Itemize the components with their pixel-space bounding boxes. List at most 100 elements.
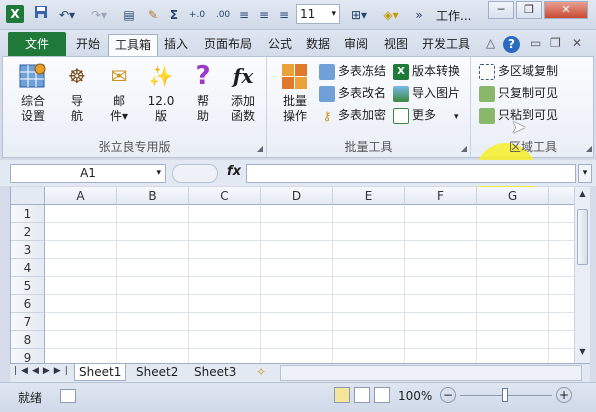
row-header-3[interactable]: 3	[11, 241, 45, 259]
multi-region-copy-button[interactable]: 多区域复制	[479, 61, 558, 81]
insert-function-icon[interactable]: fx	[227, 164, 241, 179]
tab-file[interactable]: 文件	[8, 32, 66, 56]
dialog-launcher-icon[interactable]: ◢	[257, 144, 263, 153]
insert-sheet-icon[interactable]: ✧	[252, 364, 270, 381]
row-header-1[interactable]: 1	[11, 205, 45, 223]
minimize-button[interactable]: ─	[488, 1, 514, 19]
row-header-5[interactable]: 5	[11, 277, 45, 295]
tab-page-layout[interactable]: 页面布局	[198, 34, 258, 56]
decrease-decimal-icon[interactable]: .00	[212, 5, 234, 25]
settings-button[interactable]: 综合 设置	[15, 61, 51, 135]
page-break-view-icon[interactable]	[374, 387, 390, 403]
version-button[interactable]: ✨ 12.0 版	[143, 61, 179, 135]
doc-close-icon[interactable]: ✕	[572, 36, 582, 50]
row-header-6[interactable]: 6	[11, 295, 45, 313]
tab-home[interactable]: 开始	[70, 34, 106, 56]
column-header-b[interactable]: B	[117, 187, 189, 205]
mail-button[interactable]: ✉ 邮 件▾	[101, 61, 137, 135]
tab-toolbox[interactable]: 工具箱	[108, 34, 159, 56]
scroll-thumb[interactable]	[577, 209, 588, 265]
align-center-icon[interactable]: ≡	[256, 5, 272, 25]
encrypt-sheets-button[interactable]: ⚷ 多表加密	[319, 105, 386, 125]
column-header-e[interactable]: E	[333, 187, 405, 205]
version-convert-button[interactable]: X 版本转换	[393, 61, 460, 81]
column-header-g[interactable]: G	[477, 187, 549, 205]
dialog-launcher-icon[interactable]: ◢	[586, 144, 592, 153]
scroll-up-icon[interactable]: ▲	[577, 189, 588, 201]
name-box[interactable]: A1 ▾	[10, 164, 166, 183]
borders-icon[interactable]: ⊞▾	[346, 5, 372, 25]
restore-button[interactable]: ❐	[516, 1, 542, 19]
normal-view-icon[interactable]	[334, 387, 350, 403]
scroll-down-icon[interactable]: ▼	[577, 347, 588, 359]
help-icon[interactable]: ?	[503, 36, 520, 53]
navigate-button[interactable]: ☸ 导 航	[59, 61, 95, 135]
worksheet-grid[interactable]: A B C D E F G 1 2 3 4 5 6 7 8 9	[10, 187, 574, 363]
tab-review[interactable]: 审阅	[338, 34, 374, 56]
column-header-d[interactable]: D	[261, 187, 333, 205]
zoom-in-icon[interactable]: +	[556, 387, 572, 403]
tab-developer[interactable]: 开发工具	[416, 34, 476, 56]
select-all-corner[interactable]	[11, 187, 45, 205]
sheet-tab-1[interactable]: Sheet1	[74, 364, 127, 381]
page-layout-view-icon[interactable]	[354, 387, 370, 403]
formula-bar-toggle[interactable]	[172, 164, 218, 183]
tab-view[interactable]: 视图	[378, 34, 414, 56]
font-size-select[interactable]: 11 ▾	[296, 4, 340, 24]
macro-record-icon[interactable]	[60, 389, 76, 403]
grid-line	[45, 276, 574, 277]
tab-formulas[interactable]: 公式	[262, 34, 298, 56]
print-preview-icon[interactable]: ▤	[120, 5, 138, 25]
undo-icon[interactable]: ↶▾	[56, 5, 78, 25]
autosum-icon[interactable]: Σ	[166, 5, 182, 25]
zoom-level[interactable]: 100%	[398, 389, 432, 403]
tab-data[interactable]: 数据	[300, 34, 336, 56]
excel-app-icon[interactable]: X	[6, 5, 24, 23]
vertical-scrollbar[interactable]: ▲ ▼	[574, 187, 590, 363]
expand-formula-icon[interactable]: ▾	[578, 164, 592, 183]
zoom-slider-thumb[interactable]	[502, 388, 508, 402]
increase-decimal-icon[interactable]: +.0	[186, 5, 208, 25]
save-icon[interactable]	[32, 5, 50, 25]
row-header-2[interactable]: 2	[11, 223, 45, 241]
more-button[interactable]: 更多 ▾	[393, 105, 459, 125]
column-header-a[interactable]: A	[45, 187, 117, 205]
group-region: 多区域复制 只复制可见 只粘到可见 ➤ 区域工具 ◢	[471, 57, 595, 157]
ribbon-collapse-icon[interactable]: △	[486, 36, 495, 50]
column-header-c[interactable]: C	[189, 187, 261, 205]
grid-color-icon	[280, 61, 310, 91]
align-left-icon[interactable]: ≡	[236, 5, 252, 25]
formula-input[interactable]	[246, 164, 576, 183]
row-header-4[interactable]: 4	[11, 259, 45, 277]
format-painter-icon[interactable]: ✎	[144, 5, 162, 25]
dialog-launcher-icon[interactable]: ◢	[461, 144, 467, 153]
help-button[interactable]: ? 帮 助	[185, 61, 221, 135]
doc-restore-icon[interactable]: ❐	[550, 36, 561, 50]
zoom-out-icon[interactable]: −	[440, 387, 456, 403]
doc-minimize-icon[interactable]: ▭	[530, 36, 541, 50]
copy-visible-button[interactable]: 只复制可见	[479, 83, 558, 103]
sheet-tab-2[interactable]: Sheet2	[132, 364, 182, 381]
redo-icon[interactable]: ↷▾	[88, 5, 110, 25]
paste-visible-label: 只粘到可见	[498, 108, 559, 122]
grid-line	[332, 205, 333, 363]
add-function-button[interactable]: fx 添加 函数	[225, 61, 261, 135]
batch-operation-button[interactable]: 批量 操作	[277, 61, 313, 135]
question-icon: ?	[195, 61, 211, 91]
horizontal-scrollbar[interactable]	[280, 365, 582, 381]
freeze-sheets-button[interactable]: 多表冻结	[319, 61, 386, 81]
qat-more-icon[interactable]: »	[412, 5, 426, 25]
rename-sheets-button[interactable]: 多表改名	[319, 83, 386, 103]
envelope-icon: ✉	[110, 64, 128, 88]
sheet-tab-3[interactable]: Sheet3	[190, 364, 240, 381]
import-picture-button[interactable]: 导入图片	[393, 83, 460, 103]
tab-insert[interactable]: 插入	[158, 34, 194, 56]
row-header-9[interactable]: 9	[11, 349, 45, 363]
sheet-nav-icons[interactable]: |◀◀▶▶|	[14, 366, 72, 376]
fill-color-icon[interactable]: ◈▾	[378, 5, 404, 25]
close-button[interactable]: ✕	[544, 1, 588, 19]
row-header-7[interactable]: 7	[11, 313, 45, 331]
row-header-8[interactable]: 8	[11, 331, 45, 349]
column-header-f[interactable]: F	[405, 187, 477, 205]
align-right-icon[interactable]: ≡	[276, 5, 292, 25]
